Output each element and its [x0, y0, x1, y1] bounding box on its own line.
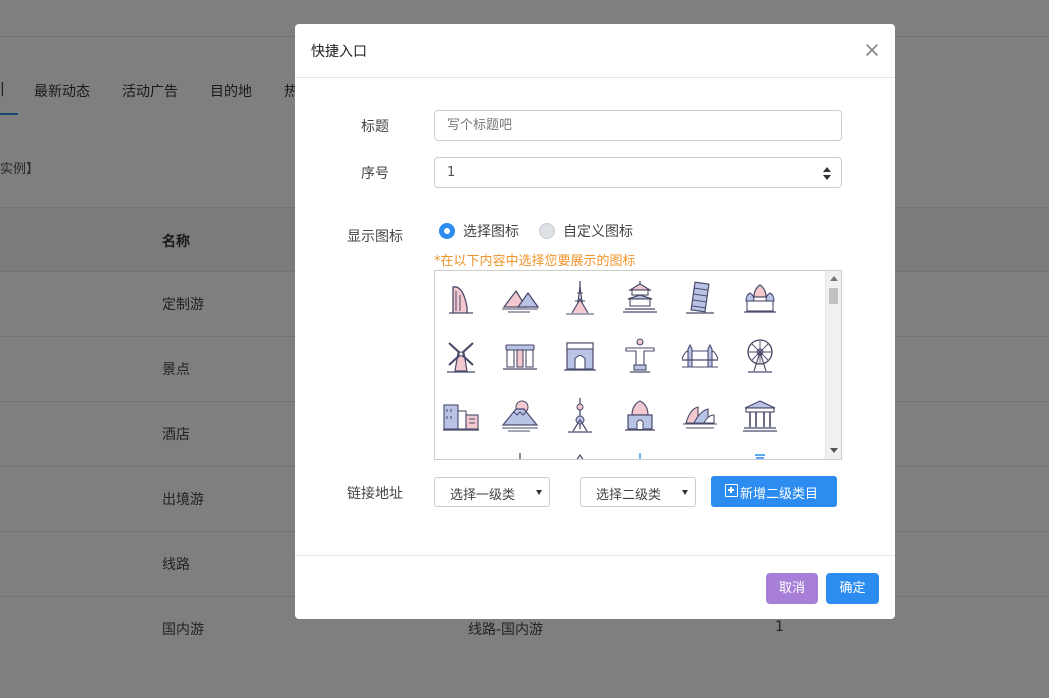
add-subcategory-button[interactable]: 新增二级类目	[711, 476, 837, 507]
tower-bridge-icon[interactable]	[680, 335, 720, 375]
st-basils-cathedral-icon[interactable]	[740, 277, 780, 317]
icon-grid-scrollbar[interactable]	[825, 271, 841, 459]
close-icon[interactable]	[863, 41, 881, 59]
sydney-opera-house-icon[interactable]	[680, 395, 720, 435]
level1-select-value: 选择一级类	[450, 488, 516, 503]
cancel-button[interactable]: 取消	[766, 573, 818, 604]
updown-arrows-icon	[823, 167, 831, 180]
eiffel-tower-icon[interactable]	[560, 277, 600, 317]
taj-mahal-icon[interactable]	[620, 395, 660, 435]
parthenon-icon[interactable]	[740, 395, 780, 435]
leaning-tower-icon[interactable]	[680, 277, 720, 317]
radio-custom-icon-label[interactable]: 自定义图标	[563, 221, 633, 241]
city-buildings-icon[interactable]	[441, 395, 481, 435]
radio-custom-icon[interactable]	[539, 223, 555, 239]
scroll-thumb[interactable]	[829, 288, 838, 304]
quick-entry-modal: 快捷入口 标题 序号 1 显示图标 选择图标 自定义图标 *在以下内容中选择您要…	[295, 24, 895, 619]
title-input[interactable]	[434, 110, 842, 141]
radio-select-icon[interactable]	[439, 223, 455, 239]
confirm-button[interactable]: 确定	[826, 573, 879, 604]
windmill-icon[interactable]	[441, 335, 481, 375]
modal-title: 快捷入口	[311, 44, 367, 60]
ferris-wheel-icon[interactable]	[740, 335, 780, 375]
order-value: 1	[447, 165, 456, 180]
mount-fuji-icon[interactable]	[500, 395, 540, 435]
scroll-down-icon[interactable]	[830, 448, 838, 453]
burj-al-arab-icon[interactable]	[441, 277, 481, 317]
add-subcategory-label: 新增二级类目	[740, 487, 819, 502]
level2-select[interactable]: 选择二级类	[580, 477, 696, 507]
order-select[interactable]: 1	[434, 157, 842, 188]
radio-select-icon-label[interactable]: 选择图标	[463, 221, 519, 241]
scroll-up-icon[interactable]	[830, 276, 838, 281]
caret-down-icon	[536, 490, 542, 495]
christ-the-redeemer-icon[interactable]	[620, 335, 660, 375]
title-label: 标题	[361, 119, 389, 135]
order-label: 序号	[361, 166, 389, 182]
pyramids-icon[interactable]	[500, 277, 540, 317]
plus-square-icon	[725, 484, 738, 497]
arc-de-triomphe-icon[interactable]	[560, 335, 600, 375]
partial-icon	[500, 453, 540, 459]
link-label: 链接地址	[347, 486, 403, 502]
modal-footer: 取消 确定	[295, 555, 895, 619]
icon-label: 显示图标	[347, 229, 403, 245]
level1-select[interactable]: 选择一级类	[434, 477, 550, 507]
partial-icon	[560, 453, 600, 459]
stonehenge-icon[interactable]	[500, 335, 540, 375]
icon-grid	[434, 270, 842, 460]
partial-icon	[740, 453, 780, 459]
modal-header: 快捷入口	[295, 24, 895, 78]
temple-of-heaven-icon[interactable]	[620, 277, 660, 317]
level2-select-value: 选择二级类	[596, 488, 662, 503]
caret-down-icon	[682, 490, 688, 495]
icon-hint: *在以下内容中选择您要展示的图标	[434, 254, 636, 269]
partial-icon	[620, 453, 660, 459]
oriental-pearl-tower-icon[interactable]	[560, 395, 600, 435]
